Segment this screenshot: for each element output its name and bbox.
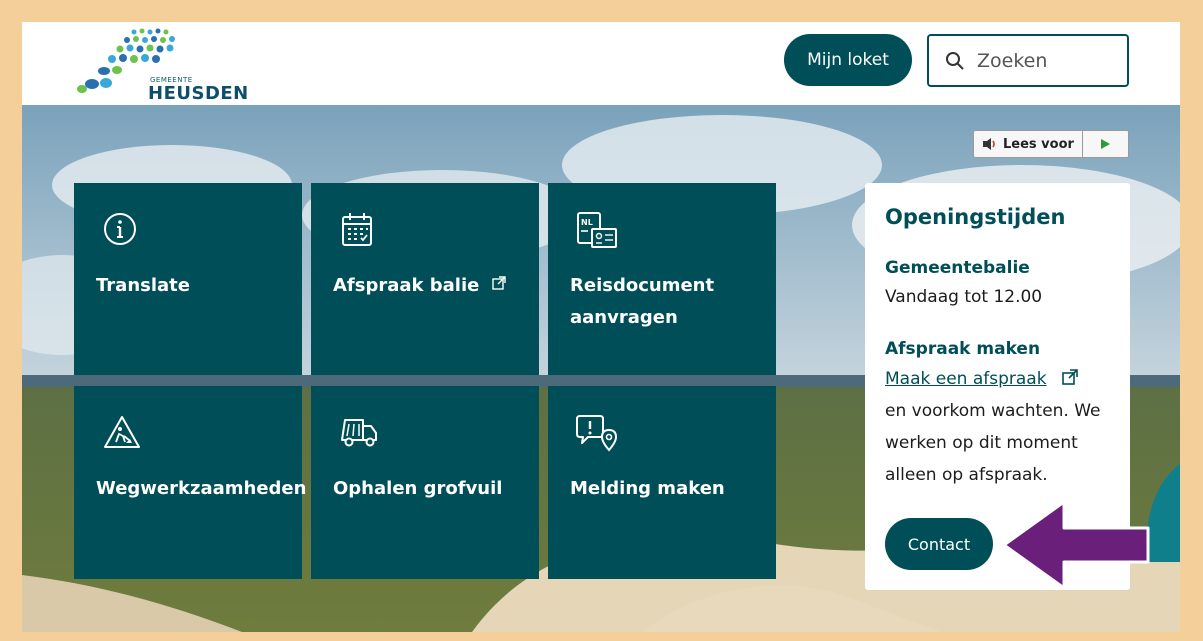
tile-label: Translate bbox=[96, 275, 190, 296]
tile-melding-maken[interactable]: Melding maken bbox=[548, 386, 776, 579]
svg-text:NL: NL bbox=[581, 218, 593, 227]
tile-label: Melding maken bbox=[570, 478, 725, 499]
play-icon bbox=[1101, 139, 1111, 149]
play-button[interactable] bbox=[1083, 138, 1128, 150]
speaker-icon bbox=[983, 138, 995, 150]
appointment-link-row: Maak een afspraak bbox=[885, 364, 1120, 395]
tile-afspraak-balie[interactable]: Afspraak balie bbox=[311, 183, 539, 375]
tile-reisdocument[interactable]: NL Reisdocument aanvragen bbox=[548, 183, 776, 375]
read-aloud-label: Lees voor bbox=[1003, 136, 1074, 152]
report-location-icon bbox=[576, 415, 618, 452]
passport-icon: NL bbox=[577, 212, 617, 248]
tile-label: Ophalen grofvuil bbox=[333, 478, 503, 499]
opening-hours-title: Openingstijden bbox=[885, 205, 1066, 229]
search-input[interactable] bbox=[975, 48, 1109, 73]
appointment-text-2: werken op dit moment bbox=[885, 433, 1078, 453]
contact-button[interactable]: Contact bbox=[885, 518, 993, 570]
search-box[interactable] bbox=[927, 34, 1129, 87]
desk-hours: Vandaag tot 12.00 bbox=[885, 287, 1043, 307]
info-icon bbox=[104, 213, 136, 245]
heusden-logo[interactable]: GEMEENTE HEUSDEN bbox=[72, 26, 248, 104]
appointment-text-3: alleen op afspraak. bbox=[885, 465, 1048, 485]
site-header: GEMEENTE HEUSDEN Mijn loket bbox=[22, 22, 1180, 105]
tile-label-text: Afspraak balie bbox=[333, 275, 480, 296]
tile-label: Reisdocument aanvragen bbox=[570, 275, 715, 328]
appointment-link[interactable]: Maak een afspraak bbox=[885, 369, 1047, 389]
tile-wegwerkzaamheden[interactable]: Wegwerkzaamheden bbox=[74, 386, 307, 579]
mijn-loket-button[interactable]: Mijn loket bbox=[784, 34, 912, 86]
read-aloud-button[interactable]: Lees voor bbox=[974, 131, 1083, 157]
logo-title: HEUSDEN bbox=[148, 83, 249, 104]
read-aloud-bar: Lees voor bbox=[973, 130, 1129, 158]
tile-label: Afspraak balie bbox=[333, 270, 523, 302]
search-icon bbox=[946, 51, 964, 70]
appointment-text-1: en voorkom wachten. We bbox=[885, 401, 1101, 421]
roadwork-icon bbox=[104, 416, 140, 448]
tile-translate[interactable]: Translate bbox=[74, 183, 302, 375]
external-link-icon[interactable] bbox=[1062, 369, 1078, 385]
tile-label: Wegwerkzaamheden bbox=[96, 478, 307, 499]
truck-icon bbox=[341, 419, 377, 447]
calendar-icon bbox=[342, 213, 372, 246]
page-frame: GEMEENTE HEUSDEN Mijn loket Lees voor bbox=[22, 22, 1180, 632]
external-link-icon bbox=[491, 276, 506, 290]
annotation-arrow-icon bbox=[1002, 500, 1150, 590]
appointment-title: Afspraak maken bbox=[885, 339, 1041, 359]
desk-title: Gemeentebalie bbox=[885, 258, 1030, 278]
tile-grofvuil[interactable]: Ophalen grofvuil bbox=[311, 386, 539, 579]
